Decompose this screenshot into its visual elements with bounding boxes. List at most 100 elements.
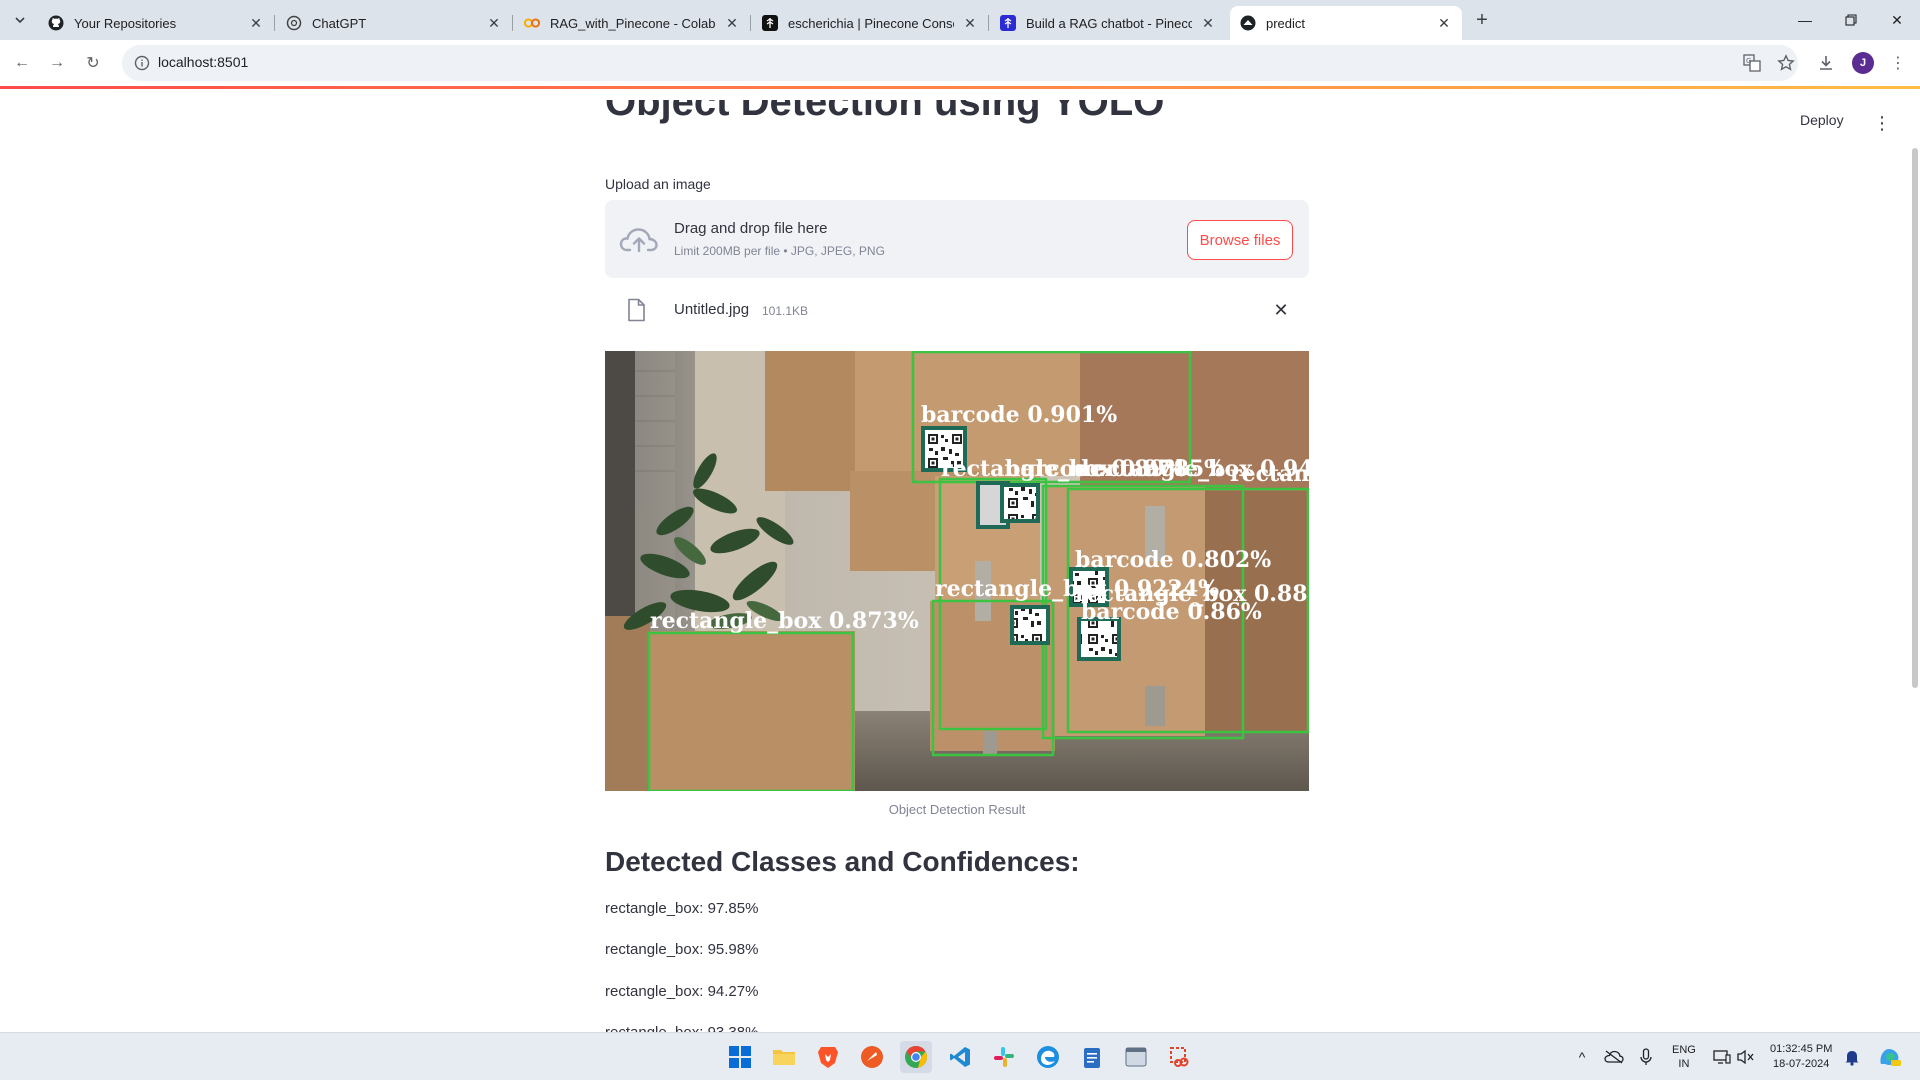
profile-avatar[interactable]: J [1852, 52, 1874, 74]
tab-search-button[interactable] [8, 8, 32, 32]
tab-your-repositories[interactable]: Your Repositories ✕ [38, 6, 275, 40]
taskbar-postman[interactable] [856, 1041, 888, 1073]
close-tab-icon[interactable]: ✕ [1436, 15, 1452, 31]
chatgpt-icon [286, 15, 302, 31]
more-vertical-icon: ⋮ [1890, 55, 1906, 72]
app-window-icon [1125, 1047, 1147, 1067]
detection-item: rectangle_box: 97.85% [605, 900, 759, 917]
tab-separator [988, 15, 989, 31]
detections-heading: Detected Classes and Confidences: [605, 846, 1080, 877]
address-bar[interactable]: localhost:8501 G [122, 45, 1798, 81]
file-dropzone[interactable]: Drag and drop file here Limit 200MB per … [605, 200, 1309, 278]
reload-button[interactable]: ↻ [81, 51, 105, 75]
chevron-down-icon [15, 17, 25, 24]
language-code: ENG [1672, 1044, 1696, 1056]
object-detection-result-image: barcode 0.901% rectangle_box 0.9785% bar… [605, 351, 1309, 791]
close-tab-icon[interactable]: ✕ [962, 15, 978, 31]
page-scrollbar[interactable] [1912, 148, 1918, 688]
language-indicator[interactable]: ENG IN [1672, 1043, 1696, 1071]
brave-icon [818, 1047, 838, 1068]
taskbar-snipping-tool[interactable] [1164, 1041, 1196, 1073]
taskbar-slack[interactable] [988, 1041, 1020, 1073]
arrow-left-icon: ← [14, 54, 30, 71]
detection-label: rectangle_box 0.873% [650, 608, 919, 634]
detection-item: rectangle_box: 94.27% [605, 983, 759, 1000]
taskbar-edge[interactable] [1032, 1041, 1064, 1073]
image-caption: Object Detection Result [888, 802, 1026, 817]
close-tab-icon[interactable]: ✕ [1200, 15, 1216, 31]
network-icon[interactable] [1712, 1047, 1732, 1067]
browser-menu-button[interactable]: ⋮ [1886, 51, 1910, 75]
taskbar-vscode[interactable] [944, 1041, 976, 1073]
deploy-button[interactable]: Deploy [1800, 112, 1844, 128]
tab-colab[interactable]: RAG_with_Pinecone - Colab ✕ [514, 6, 751, 40]
windows-taskbar: ^ ENG IN 01:32:45 PM 18-07-2024 [0, 1032, 1920, 1080]
taskbar-brave[interactable] [812, 1041, 844, 1073]
tab-title: predict [1266, 15, 1306, 31]
clock-time: 01:32:45 PM [1770, 1043, 1833, 1055]
tab-separator [750, 15, 751, 31]
tab-title: Your Repositories [74, 15, 177, 31]
notification-bell-icon[interactable] [1842, 1047, 1862, 1067]
close-icon: ✕ [1273, 299, 1289, 320]
copilot-icon[interactable] [1876, 1047, 1904, 1067]
tab-title: escherichia | Pinecone Console [788, 15, 954, 31]
clock-date: 18-07-2024 [1773, 1058, 1830, 1070]
taskbar-app-window[interactable] [1120, 1041, 1152, 1073]
forward-button[interactable]: → [45, 51, 69, 75]
tab-predict[interactable]: predict ✕ [1230, 6, 1462, 40]
github-icon [48, 15, 64, 31]
svg-text:G: G [1746, 57, 1751, 65]
colab-icon [524, 15, 540, 31]
slack-icon [994, 1047, 1014, 1067]
remove-file-button[interactable]: ✕ [1269, 298, 1293, 322]
tab-separator [274, 15, 275, 31]
minimize-button[interactable]: — [1782, 0, 1828, 40]
page-title-clipped: Object Detection using YOLO [605, 100, 1309, 152]
restore-icon [1845, 14, 1857, 26]
new-tab-button[interactable]: + [1470, 8, 1494, 32]
detection-label: barcode 0.901% [921, 402, 1117, 428]
volume-muted-icon[interactable] [1736, 1047, 1756, 1067]
minimize-icon: — [1798, 12, 1812, 28]
edge-icon [1037, 1046, 1059, 1068]
start-button[interactable] [724, 1041, 756, 1073]
onedrive-icon[interactable] [1604, 1047, 1624, 1067]
plus-icon: + [1476, 8, 1488, 31]
tab-build-rag-chatbot[interactable]: Build a RAG chatbot - Pinecone ✕ [990, 6, 1226, 40]
taskbar-chrome[interactable] [900, 1041, 932, 1073]
postman-icon [861, 1046, 883, 1068]
tab-title: ChatGPT [312, 15, 367, 31]
browse-files-button[interactable]: Browse files [1187, 220, 1293, 260]
close-tab-icon[interactable]: ✕ [724, 15, 740, 31]
back-button[interactable]: ← [10, 51, 34, 75]
site-info-icon[interactable] [132, 53, 152, 73]
tab-chatgpt[interactable]: ChatGPT ✕ [276, 6, 513, 40]
reload-icon: ↻ [86, 55, 100, 72]
microphone-icon[interactable] [1636, 1047, 1656, 1067]
tab-pinecone-console[interactable]: escherichia | Pinecone Console ✕ [752, 6, 989, 40]
dropzone-limits: Limit 200MB per file • JPG, JPEG, PNG [674, 244, 885, 258]
main-menu-button[interactable]: ⋮ [1872, 111, 1892, 135]
restore-button[interactable] [1828, 0, 1874, 40]
close-tab-icon[interactable]: ✕ [486, 15, 502, 31]
close-window-button[interactable]: ✕ [1874, 0, 1920, 40]
chevron-up-icon: ^ [1578, 1049, 1586, 1065]
pinecone-docs-icon [1000, 15, 1016, 31]
downloads-button[interactable] [1814, 51, 1838, 75]
translate-icon[interactable]: G [1742, 53, 1762, 73]
detection-image: barcode 0.901% rectangle_box 0.9785% bar… [605, 351, 1309, 791]
taskbar-file-explorer[interactable] [768, 1041, 800, 1073]
close-tab-icon[interactable]: ✕ [248, 15, 264, 31]
bookmark-star-icon[interactable] [1776, 53, 1796, 73]
taskbar-notepad[interactable] [1076, 1041, 1108, 1073]
uploaded-file-size: 101.1KB [762, 304, 809, 318]
taskbar-clock[interactable]: 01:32:45 PM 18-07-2024 [1770, 1042, 1832, 1072]
folder-icon [773, 1050, 795, 1065]
tab-title: RAG_with_Pinecone - Colab [550, 15, 716, 31]
snipping-tool-icon [1170, 1047, 1189, 1067]
more-vertical-icon: ⋮ [1873, 112, 1891, 133]
show-hidden-icons-button[interactable]: ^ [1572, 1047, 1592, 1067]
region-code: IN [1678, 1058, 1690, 1070]
tab-title: Build a RAG chatbot - Pinecone [1026, 15, 1192, 31]
